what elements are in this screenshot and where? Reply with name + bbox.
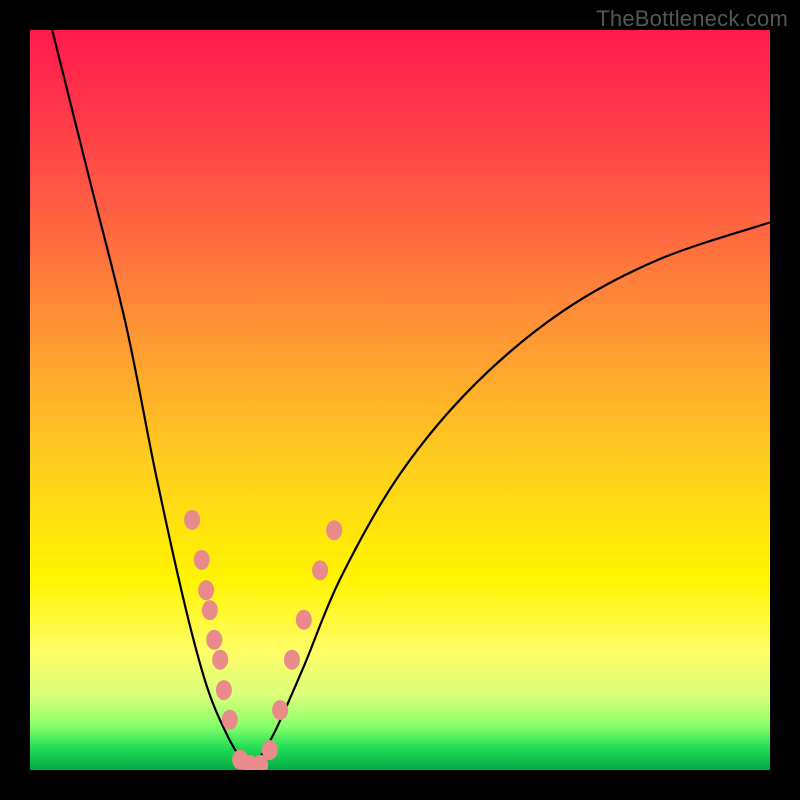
data-marker <box>262 740 278 760</box>
plot-area <box>30 30 770 770</box>
right-curve <box>252 222 770 770</box>
data-marker <box>216 680 232 700</box>
data-marker <box>202 600 218 620</box>
data-marker <box>198 580 214 600</box>
data-marker <box>184 510 200 530</box>
data-marker <box>326 520 342 540</box>
data-marker <box>312 560 328 580</box>
data-marker <box>222 710 238 730</box>
data-marker <box>296 610 312 630</box>
data-marker <box>212 650 228 670</box>
chart-svg <box>30 30 770 770</box>
data-marker <box>194 550 210 570</box>
data-markers <box>184 510 342 770</box>
data-marker <box>284 650 300 670</box>
chart-frame: TheBottleneck.com <box>0 0 800 800</box>
data-marker <box>272 700 288 720</box>
data-marker <box>206 630 222 650</box>
watermark-text: TheBottleneck.com <box>596 6 788 32</box>
